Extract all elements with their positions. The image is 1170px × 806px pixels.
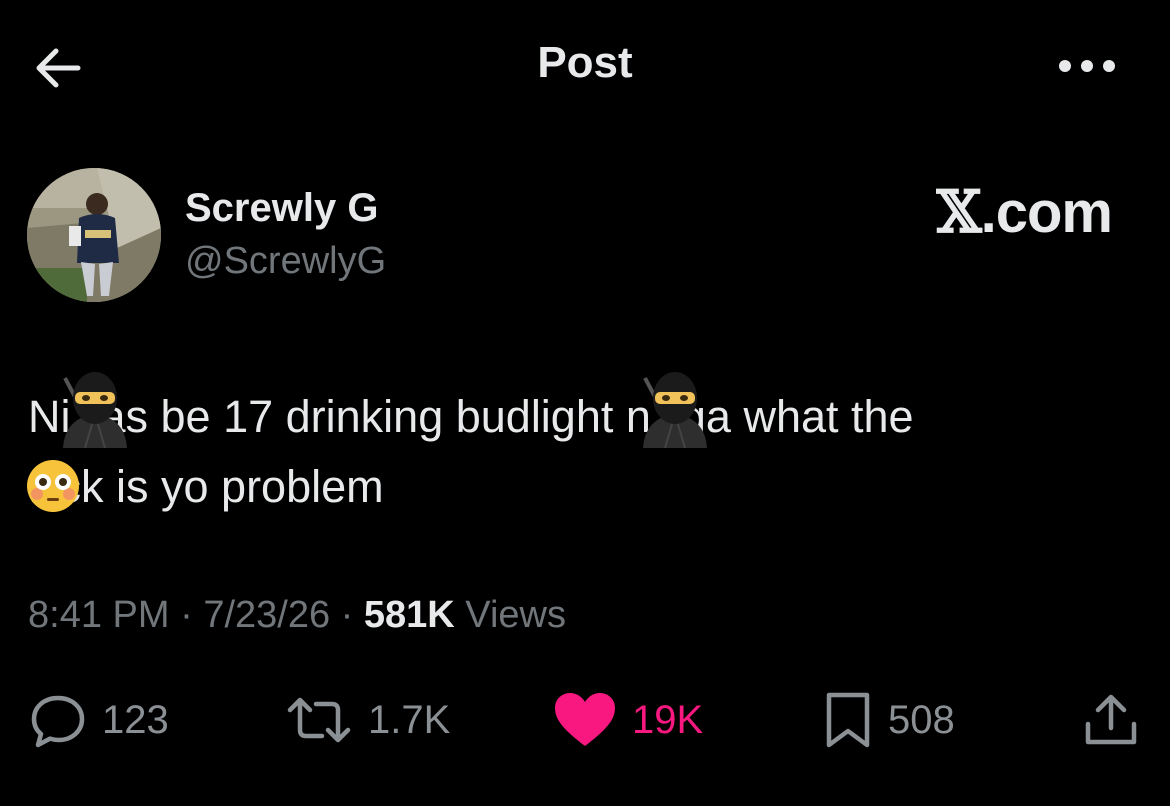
more-horizontal-icon: [1059, 60, 1115, 72]
back-button[interactable]: [30, 40, 86, 96]
views-count[interactable]: 581K: [364, 594, 455, 636]
x-brand-watermark: 𝕏.com: [936, 178, 1113, 246]
reply-count: 123: [102, 697, 169, 742]
share-button[interactable]: [1082, 690, 1140, 750]
bookmark-count: 508: [888, 697, 955, 742]
share-upload-icon: [1085, 694, 1137, 745]
like-count: 19K: [632, 697, 704, 742]
author-handle[interactable]: @ScrewlyG: [185, 240, 386, 283]
avatar-photo: [27, 168, 161, 302]
bookmark-button[interactable]: 508: [822, 690, 955, 750]
top-bar: Post: [0, 0, 1170, 130]
reply-button[interactable]: 123: [28, 690, 169, 750]
tweet-text-segment: ck is yo problem: [58, 461, 384, 512]
speech-bubble-icon: [31, 695, 85, 748]
tweet-date: 7/23/26: [203, 594, 331, 636]
ninja-emoji: [57, 368, 133, 450]
views-label: Views: [465, 594, 566, 636]
x-logo: 𝕏: [936, 178, 982, 246]
tweet-text: Ni as be 17 drinking budlight n ga what …: [25, 372, 1138, 522]
bookmark-icon: [826, 692, 870, 748]
heart-icon: [555, 693, 615, 746]
tweet-text-segment: as be 17 drinking budlight n: [100, 391, 651, 442]
meta-separator: ·: [340, 594, 354, 636]
ninja-emoji: [637, 368, 713, 450]
arrow-left-icon: [36, 48, 81, 88]
like-button[interactable]: 19K: [552, 690, 703, 750]
repost-button[interactable]: 1.7K: [284, 690, 450, 750]
tweet-text-segment: ga what the: [680, 391, 914, 442]
avatar[interactable]: [27, 168, 161, 302]
repost-arrows-icon: [287, 697, 351, 743]
meta-separator: ·: [180, 594, 193, 636]
tweet-meta: 8:41 PM · 7/23/26 · 581K Views: [28, 594, 566, 637]
action-bar: 123 1.7K 19K 508: [0, 680, 1170, 760]
flushed-face-emoji: [25, 458, 81, 514]
repost-count: 1.7K: [368, 697, 451, 742]
more-options-button[interactable]: [1052, 48, 1122, 84]
author-name[interactable]: Screwly G: [185, 186, 378, 231]
page-title: Post: [537, 38, 633, 87]
brand-text: .com: [980, 180, 1113, 245]
tweet-time: 8:41 PM: [28, 594, 170, 636]
